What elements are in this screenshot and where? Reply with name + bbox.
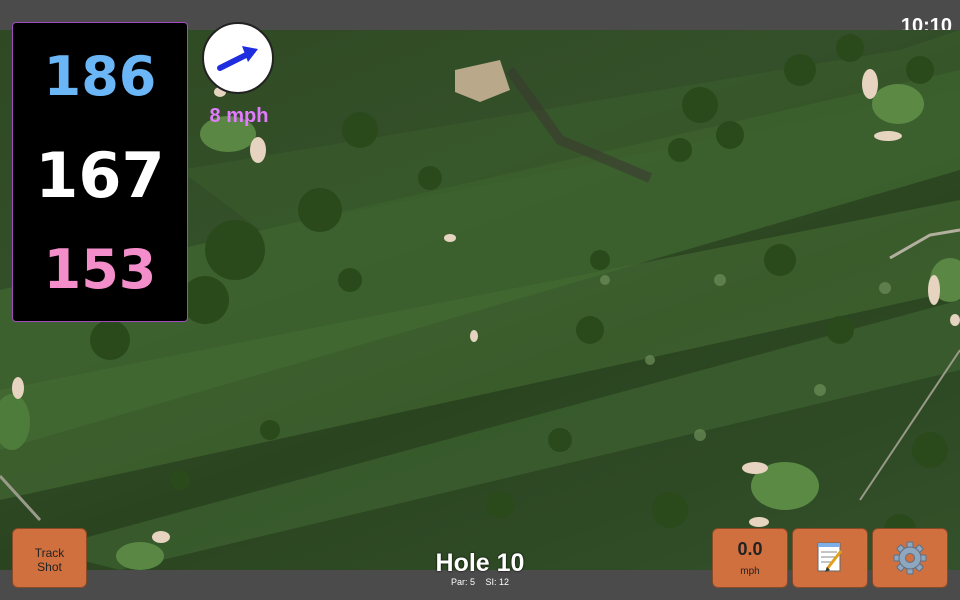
notes-button[interactable]	[792, 528, 868, 588]
back-distance: 186	[43, 45, 157, 108]
notepad-icon	[817, 542, 843, 572]
wind-indicator	[202, 22, 274, 94]
hole-title: Hole 10	[435, 549, 525, 577]
front-distance: 153	[43, 238, 157, 301]
hole-stroke-index: SI: 12	[485, 577, 510, 587]
middle-distance: 167	[35, 139, 165, 212]
hole-par: Par: 5	[450, 577, 475, 587]
track-shot-label: Track Shot	[34, 546, 65, 574]
wind-arrow-icon	[217, 46, 258, 71]
speed-value: 0.0	[737, 539, 763, 559]
gear-icon	[893, 541, 927, 575]
distance-panel: 186 167 153	[12, 22, 188, 322]
wind-speed: 8 mph	[209, 105, 269, 127]
track-shot-button[interactable]: Track Shot	[12, 528, 87, 588]
hole-info: Par: 5 SI: 12	[380, 577, 580, 587]
speed-button[interactable]: 0.0 mph	[712, 528, 788, 588]
speed-unit: mph	[740, 566, 760, 577]
settings-button[interactable]	[872, 528, 948, 588]
